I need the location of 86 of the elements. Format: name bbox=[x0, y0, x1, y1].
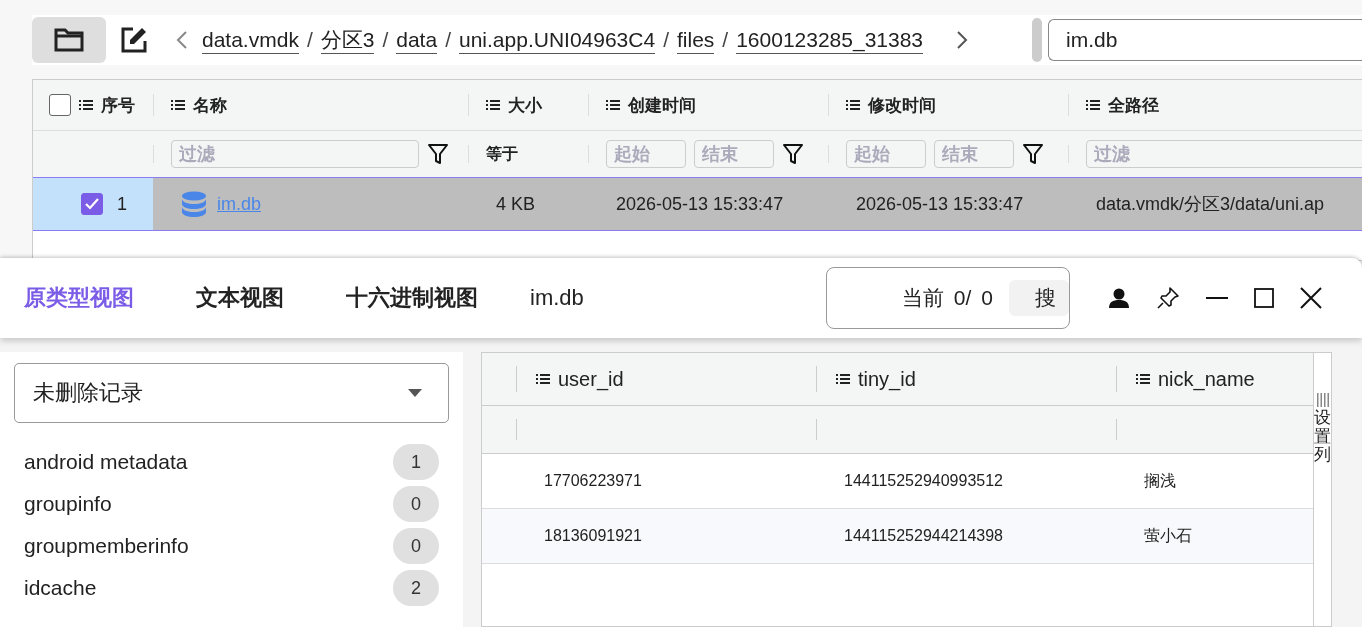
table-name[interactable]: idcache bbox=[24, 576, 97, 600]
record-filter-dropdown[interactable]: 未删除记录 bbox=[14, 363, 449, 423]
path-separator: / bbox=[722, 28, 729, 52]
breadcrumb-link[interactable]: 1600123285_31383 bbox=[736, 26, 924, 54]
splitter-handle[interactable] bbox=[1032, 18, 1042, 62]
path-separator: / bbox=[382, 28, 389, 52]
folder-button[interactable] bbox=[32, 17, 106, 63]
table-cell-text: 搁浅 bbox=[1144, 470, 1176, 491]
view-tab[interactable]: 十六进制视图 bbox=[346, 283, 478, 313]
edit-icon[interactable] bbox=[120, 26, 148, 54]
checkbox[interactable] bbox=[49, 94, 71, 116]
column-header[interactable]: 名称 bbox=[193, 93, 227, 117]
count-badge: 2 bbox=[393, 570, 439, 606]
list-icon[interactable] bbox=[171, 99, 185, 111]
pin-icon[interactable] bbox=[1156, 286, 1180, 310]
count-badge: 1 bbox=[393, 444, 439, 480]
search-button[interactable]: 搜 bbox=[1009, 280, 1069, 316]
list-icon[interactable] bbox=[486, 99, 500, 111]
column-settings-tab[interactable]: 设置列 bbox=[1314, 409, 1331, 466]
column-header[interactable]: 序号 bbox=[101, 93, 135, 117]
column-header[interactable]: 创建时间 bbox=[628, 93, 696, 117]
list-icon[interactable] bbox=[536, 373, 550, 385]
count-badge: 0 bbox=[393, 486, 439, 522]
list-icon[interactable] bbox=[606, 99, 620, 111]
table-cell: 18136091921 bbox=[544, 527, 642, 545]
check-icon bbox=[85, 198, 99, 210]
column-header[interactable]: 大小 bbox=[508, 93, 542, 117]
match-label: 当前 bbox=[901, 285, 944, 311]
view-tab[interactable]: 原类型视图 bbox=[24, 283, 134, 313]
checkbox[interactable] bbox=[81, 193, 103, 215]
table-cell: 17706223971 bbox=[544, 472, 642, 490]
filter-field[interactable]: 过滤 bbox=[1086, 140, 1362, 168]
table-cell: 4 KB bbox=[496, 193, 536, 215]
table-cell: 144115252944214398 bbox=[844, 527, 1003, 545]
grip-icon[interactable] bbox=[1316, 393, 1329, 407]
chevron-right-icon[interactable] bbox=[956, 30, 968, 50]
column-header[interactable]: nick_name bbox=[1158, 367, 1255, 391]
column-header[interactable]: 修改时间 bbox=[868, 93, 936, 117]
list-icon[interactable] bbox=[1136, 373, 1150, 385]
filter-icon[interactable] bbox=[782, 143, 804, 165]
user-icon[interactable] bbox=[1108, 287, 1130, 309]
match-total: 0 bbox=[981, 286, 993, 310]
dropdown-caret-icon[interactable] bbox=[408, 389, 422, 397]
chevron-left-icon[interactable] bbox=[176, 30, 188, 50]
table-cell: 2026-05-13 15:33:47 bbox=[856, 193, 1024, 215]
column-header[interactable]: 全路径 bbox=[1108, 93, 1159, 117]
row-number: 1 bbox=[117, 193, 127, 215]
end-field[interactable]: 结束 bbox=[934, 140, 1014, 168]
breadcrumb-link[interactable]: data bbox=[396, 26, 438, 54]
path-separator: / bbox=[445, 28, 451, 52]
view-tab[interactable]: 文本视图 bbox=[196, 283, 284, 313]
table-cell-text: 萤小石 bbox=[1144, 525, 1192, 546]
filter-icon[interactable] bbox=[427, 143, 449, 165]
filter-field[interactable]: 过滤 bbox=[171, 140, 419, 168]
list-icon[interactable] bbox=[79, 99, 93, 111]
path-separator: / bbox=[663, 28, 669, 52]
maximize-icon[interactable] bbox=[1254, 288, 1274, 308]
path-separator: / bbox=[306, 28, 313, 52]
search-field[interactable]: im.db bbox=[1048, 19, 1362, 61]
filter-icon[interactable] bbox=[1022, 143, 1044, 165]
column-header[interactable]: tiny_id bbox=[858, 367, 916, 391]
match-current: 0/ bbox=[953, 286, 972, 310]
folder-icon bbox=[54, 27, 84, 53]
file-row[interactable]: 1 im.db 4 KB 2026-05-13 15:33:47 2026-05-13 15:33:47 data.vmdk/分区3/data/uni.ap bbox=[33, 177, 1362, 231]
list-icon[interactable] bbox=[836, 373, 850, 385]
breadcrumb-link[interactable]: files bbox=[676, 26, 715, 54]
table-cell-text: data.vmdk/分区3/data/uni.ap bbox=[1096, 193, 1325, 216]
count-badge: 0 bbox=[393, 528, 439, 564]
table-cell: 144115252940993512 bbox=[844, 472, 1003, 490]
breadcrumb-link[interactable]: data.vmdk bbox=[202, 26, 299, 54]
file-name: im.db bbox=[530, 285, 584, 311]
column-header[interactable]: user_id bbox=[558, 367, 624, 391]
start-field[interactable]: 起始 bbox=[846, 140, 926, 168]
start-field[interactable]: 起始 bbox=[606, 140, 686, 168]
filter-operator: 等于 bbox=[486, 143, 518, 164]
table-name[interactable]: android metadata bbox=[24, 450, 188, 474]
table-name[interactable]: groupinfo bbox=[24, 492, 112, 516]
list-icon[interactable] bbox=[846, 99, 860, 111]
table-name[interactable]: groupmemberinfo bbox=[24, 534, 189, 558]
breadcrumb-link[interactable]: uni.app.UNI04963C4 bbox=[459, 26, 656, 54]
list-icon[interactable] bbox=[1086, 99, 1100, 111]
close-icon[interactable] bbox=[1300, 287, 1322, 309]
breadcrumb-link[interactable]: 分区3 bbox=[320, 26, 375, 54]
end-field[interactable]: 结束 bbox=[694, 140, 774, 168]
database-icon bbox=[181, 191, 207, 217]
table-cell: 2026-05-13 15:33:47 bbox=[616, 193, 784, 215]
